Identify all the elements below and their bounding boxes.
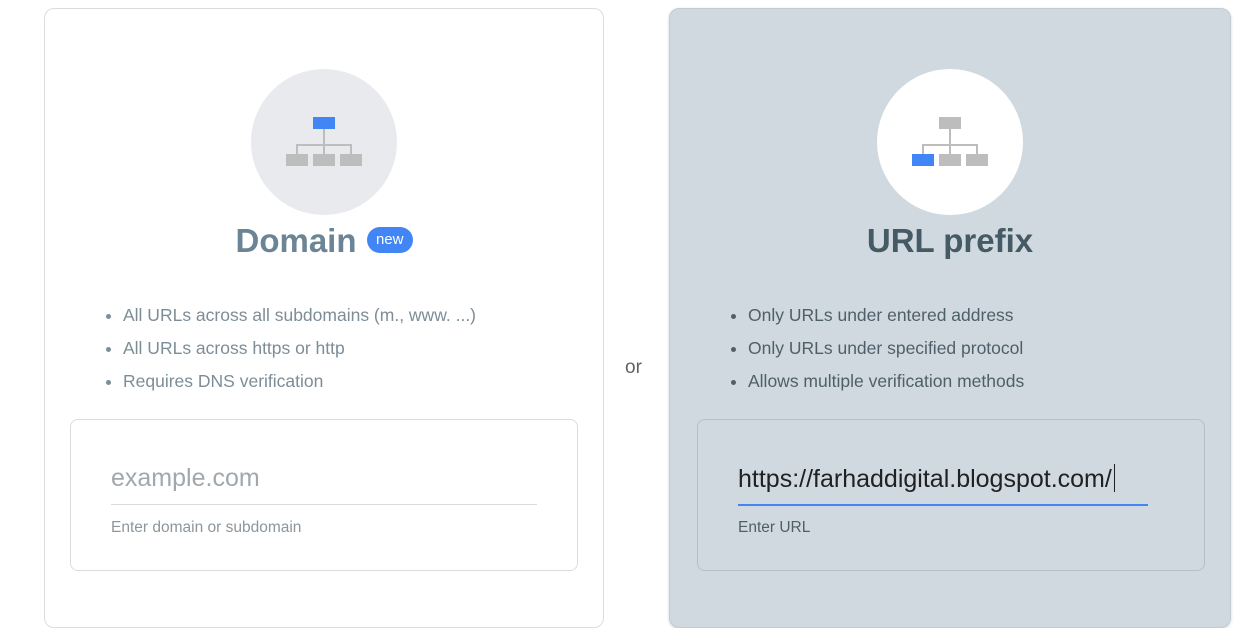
url-input-value: https://farhaddigital.blogspot.com/ [738,465,1112,493]
text-caret [1113,464,1116,492]
sitemap-icon [912,117,988,166]
domain-input-box[interactable]: example.com Enter domain or subdomain [70,419,578,571]
list-item: Requires DNS verification [123,365,476,398]
list-item: Only URLs under specified protocol [748,332,1024,365]
domain-input-underline [111,504,537,505]
domain-input-helper: Enter domain or subdomain [111,519,302,536]
list-item: Allows multiple verification methods [748,365,1024,398]
domain-title: Domain [235,222,357,259]
or-divider: or [625,357,642,378]
url-prefix-property-card[interactable]: URL prefix Only URLs under entered addre… [669,8,1231,628]
url-input[interactable]: https://farhaddigital.blogspot.com/ [738,464,1116,494]
new-badge: new [366,226,413,253]
url-prefix-title-row: URL prefix [670,222,1230,260]
url-input-helper: Enter URL [738,519,811,536]
domain-feature-list: All URLs across all subdomains (m., www.… [89,299,476,398]
url-input-underline [738,504,1148,506]
domain-title-row: Domain new [45,222,603,260]
domain-icon-circle [251,69,397,215]
url-input-box[interactable]: https://farhaddigital.blogspot.com/ Ente… [697,419,1205,571]
url-prefix-title: URL prefix [866,222,1034,259]
domain-input[interactable]: example.com [111,464,260,493]
url-prefix-icon-circle [877,69,1023,215]
url-prefix-feature-list: Only URLs under entered address Only URL… [714,299,1024,398]
list-item: All URLs across https or http [123,332,476,365]
sitemap-icon [286,117,362,166]
list-item: Only URLs under entered address [748,299,1024,332]
list-item: All URLs across all subdomains (m., www.… [123,299,476,332]
domain-property-card[interactable]: Domain new All URLs across all subdomain… [44,8,604,628]
